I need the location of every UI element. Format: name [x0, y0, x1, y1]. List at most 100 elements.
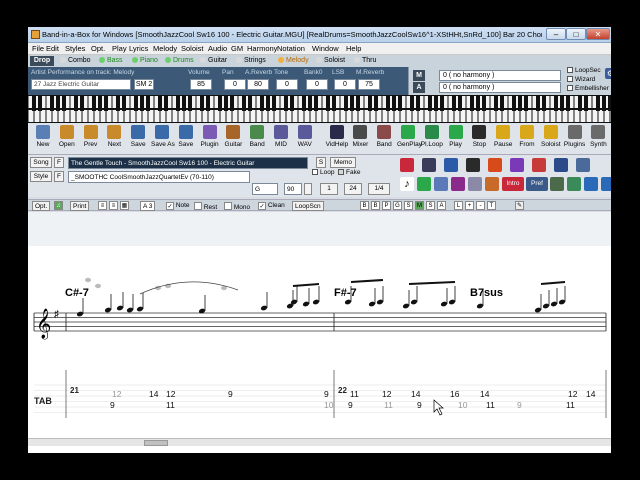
track-combo[interactable]: Combo: [60, 57, 91, 64]
song-f-button[interactable]: F: [54, 157, 64, 168]
fake-checkbox[interactable]: Fake: [338, 169, 360, 176]
bb-c-icon[interactable]: [532, 158, 546, 172]
horizontal-scrollbar[interactable]: [28, 438, 611, 446]
style-button[interactable]: Style: [30, 171, 52, 182]
toolbar-play-button[interactable]: Play: [445, 125, 467, 154]
song-button[interactable]: Song: [30, 157, 52, 168]
mixer-value-areverb[interactable]: 80: [247, 79, 269, 90]
toolbar-band-button[interactable]: Band: [246, 125, 268, 154]
track-thru[interactable]: Thru: [354, 57, 376, 64]
menu-lyrics[interactable]: Lyrics: [129, 44, 148, 53]
sm-field[interactable]: SM 2: [134, 79, 154, 90]
toolbar-synth-button[interactable]: Synth: [587, 125, 609, 154]
chord-icon[interactable]: [485, 177, 499, 191]
piano-keyboard[interactable]: [28, 95, 611, 123]
menu-gm[interactable]: GM: [231, 44, 243, 53]
toolbar-wav-button[interactable]: WAV: [294, 125, 316, 154]
menu-opt[interactable]: Opt.: [91, 44, 105, 53]
edit-view-icon[interactable]: ▦: [120, 201, 129, 210]
track-melody[interactable]: Melody: [278, 57, 309, 64]
notation-letter-button[interactable]: M: [415, 201, 424, 210]
track-guitar[interactable]: Guitar: [200, 57, 227, 64]
sfx-icon[interactable]: [554, 158, 568, 172]
toolbar-pause-button[interactable]: Pause: [492, 125, 514, 154]
style-icon[interactable]: [576, 158, 590, 172]
menu-harmony[interactable]: Harmony: [247, 44, 277, 53]
pref-icon[interactable]: Pref: [526, 177, 548, 191]
track-bass[interactable]: Bass: [99, 57, 123, 64]
toolbar-plugin-button[interactable]: Plugin: [199, 125, 221, 154]
lead-sheet-icon[interactable]: ≡: [109, 201, 118, 210]
track-soloist[interactable]: Soloist: [316, 57, 345, 64]
loopsec-checkbox[interactable]: LoopSec: [567, 67, 601, 74]
audio-harmony-button[interactable]: A: [413, 82, 425, 93]
notation-letter-button[interactable]: B: [371, 201, 380, 210]
notation-letter-button[interactable]: B: [360, 201, 369, 210]
note-icon[interactable]: ♪: [400, 177, 414, 191]
s-button[interactable]: S: [316, 157, 326, 168]
speaker-icon[interactable]: [468, 177, 482, 191]
maximize-button[interactable]: □: [566, 28, 586, 40]
toolbar-mid-button[interactable]: MID: [270, 125, 292, 154]
harmony-select-2[interactable]: 0 ( no harmony ): [439, 82, 561, 93]
toolbar-vidhelp-button[interactable]: VidHelp: [326, 125, 348, 154]
redo-icon[interactable]: [601, 177, 611, 191]
toolbar-save-button[interactable]: Save: [175, 125, 197, 154]
menu-window[interactable]: Window: [312, 44, 339, 53]
instrument-select[interactable]: 27 Jazz Electric Guitar: [31, 79, 131, 90]
embellisher-checkbox[interactable]: Embellisher: [567, 85, 609, 92]
toolbar-prev-button[interactable]: Prev: [80, 125, 102, 154]
a3-select[interactable]: A 3: [140, 201, 156, 211]
notation-letter-button[interactable]: G: [393, 201, 402, 210]
menu-audio[interactable]: Audio: [208, 44, 227, 53]
toolbar-soloist-button[interactable]: Soloist: [540, 125, 562, 154]
layout-icon[interactable]: ≡: [98, 201, 107, 210]
a-b-icon[interactable]: [510, 158, 524, 172]
toolbar-from-button[interactable]: From: [516, 125, 538, 154]
clean-checkbox[interactable]: ✓ Clean: [258, 201, 285, 210]
menu-notation[interactable]: Notation: [277, 44, 305, 53]
undo-icon[interactable]: [584, 177, 598, 191]
style-name-field[interactable]: _SMOOTHC CoolSmoothJazzQuartetEv (70-110…: [68, 171, 250, 183]
notation-letter-button[interactable]: -: [476, 201, 485, 210]
toolbar-mixer-button[interactable]: Mixer: [349, 125, 371, 154]
mono-checkbox[interactable]: Mono: [224, 201, 250, 211]
style-f-button[interactable]: F: [54, 171, 64, 182]
piano-icon[interactable]: [466, 158, 480, 172]
end-bar-field[interactable]: 24: [344, 183, 362, 195]
mixer-value-pan[interactable]: 0: [224, 79, 246, 90]
wrench-icon[interactable]: ✎: [515, 201, 524, 210]
menu-edit[interactable]: Edit: [46, 44, 59, 53]
toolbar-save-button[interactable]: Save: [127, 125, 149, 154]
mixer-value-lsb[interactable]: 0: [334, 79, 356, 90]
settings-icon[interactable]: ⚙: [605, 68, 611, 79]
intro-icon[interactable]: Intro: [502, 177, 524, 191]
toolbar-save-as-button[interactable]: Save As: [151, 125, 175, 154]
track-drums[interactable]: Drums: [165, 57, 194, 64]
toolbar-band-button[interactable]: Band: [373, 125, 395, 154]
track-piano[interactable]: Piano: [132, 57, 158, 64]
tempo-field[interactable]: 90: [284, 183, 302, 195]
rest-checkbox[interactable]: Rest: [194, 201, 217, 211]
menu-soloist[interactable]: Soloist: [181, 44, 204, 53]
score-view[interactable]: 𝄞 ♯TABC#-7 F#-7 B7sus21 2212 14 12 9 9 11 12 14 16 14…: [28, 212, 611, 438]
start-bar-field[interactable]: 1: [320, 183, 338, 195]
loop-scroll-button[interactable]: LoopScn: [292, 201, 324, 211]
green-note-icon[interactable]: [417, 177, 431, 191]
menu-melody[interactable]: Melody: [153, 44, 177, 53]
toolbar-plugins-button[interactable]: Plugins: [564, 125, 586, 154]
drop-button[interactable]: Drop: [30, 56, 54, 66]
guitar-small-icon[interactable]: [434, 177, 448, 191]
toolbar-open-button[interactable]: Open: [56, 125, 78, 154]
close-button[interactable]: ✕: [586, 28, 610, 40]
mixer-value-mreverb[interactable]: 75: [358, 79, 380, 90]
notation-letter-button[interactable]: L: [454, 201, 463, 210]
toolbar-stop-button[interactable]: Stop: [468, 125, 490, 154]
red-heart-icon[interactable]: [400, 158, 414, 172]
menu-play[interactable]: Play: [112, 44, 127, 53]
grid-icon[interactable]: [550, 177, 564, 191]
print-button[interactable]: Print: [70, 201, 90, 211]
wizard-checkbox[interactable]: Wizard: [567, 76, 595, 83]
minimize-button[interactable]: –: [546, 28, 566, 40]
notation-letter-button[interactable]: P: [382, 201, 391, 210]
